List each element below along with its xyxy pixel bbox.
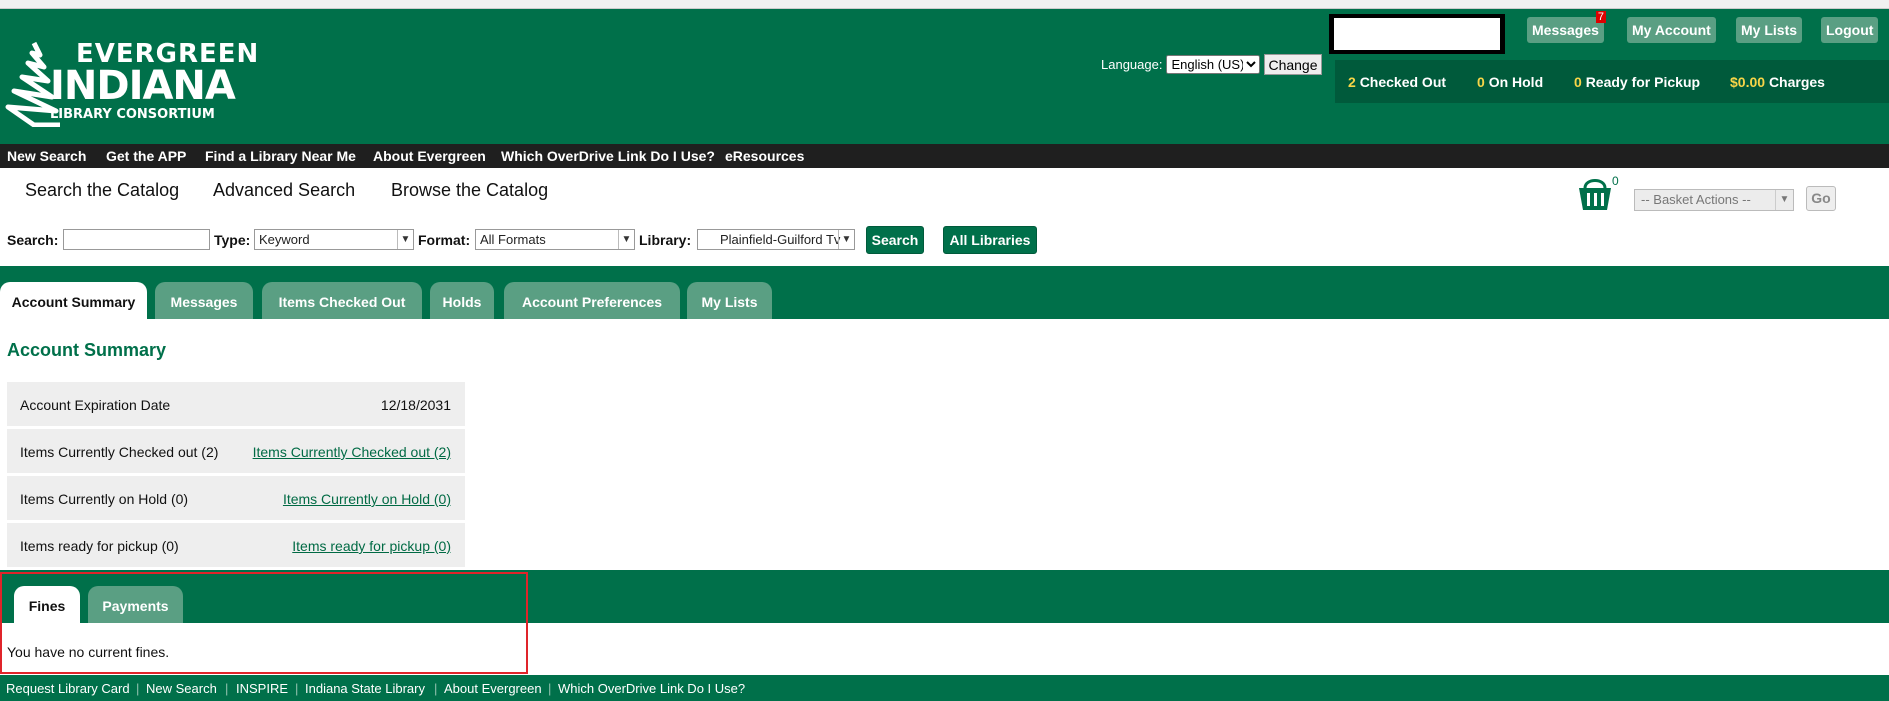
- ready-label: Ready for Pickup: [1585, 74, 1701, 90]
- format-select[interactable]: All Formats ▼: [475, 229, 635, 250]
- library-value: Plainfield-Guilford Tv: [720, 232, 841, 247]
- my-account-button[interactable]: My Account: [1627, 17, 1716, 43]
- summary-value: 12/18/2031: [380, 397, 451, 413]
- on-hold-status[interactable]: 0 On Hold: [1477, 74, 1543, 90]
- basket-icon[interactable]: 0: [1575, 174, 1619, 215]
- search-input[interactable]: [63, 229, 210, 250]
- format-value: All Formats: [480, 232, 546, 247]
- tab-holds[interactable]: Holds: [430, 282, 494, 319]
- basket-count: 0: [1612, 174, 1619, 188]
- nav-find-library[interactable]: Find a Library Near Me: [205, 148, 356, 164]
- site-footer: Request Library Card | New Search | INSP…: [0, 675, 1889, 701]
- footer-separator: |: [225, 681, 229, 696]
- footer-about-evergreen[interactable]: About Evergreen: [444, 681, 542, 696]
- ready-pickup-status[interactable]: 0 Ready for Pickup: [1574, 74, 1700, 90]
- username-box: [1329, 14, 1505, 54]
- summary-label: Items Currently Checked out (2): [20, 444, 219, 460]
- footer-separator: |: [295, 681, 299, 696]
- change-language-button[interactable]: Change: [1264, 54, 1322, 75]
- library-label: Library:: [639, 232, 692, 248]
- type-label: Type:: [214, 232, 251, 248]
- format-label: Format:: [418, 232, 471, 248]
- basket-actions-value: -- Basket Actions --: [1641, 192, 1751, 207]
- on-hold-count: 0: [1477, 74, 1485, 90]
- logout-button[interactable]: Logout: [1821, 17, 1879, 43]
- ready-pickup-link[interactable]: Items ready for pickup (0): [292, 538, 451, 554]
- ready-count: 0: [1574, 74, 1582, 90]
- account-summary-title: Account Summary: [7, 340, 167, 360]
- chevron-down-icon: ▼: [1775, 190, 1793, 210]
- evergreen-indiana-logo[interactable]: EVERGREEN INDIANA LIBRARY CONSORTIUM: [4, 33, 258, 127]
- language-picker: Language: English (US) Change: [1101, 54, 1322, 75]
- charges-amount: $0.00: [1730, 74, 1766, 90]
- nav-eresources[interactable]: eResources: [725, 148, 804, 164]
- on-hold-label: On Hold: [1488, 74, 1544, 90]
- tab-messages[interactable]: Messages: [155, 282, 253, 319]
- checked-out-status[interactable]: 2 Checked Out: [1348, 74, 1446, 90]
- chevron-down-icon: ▼: [838, 230, 854, 249]
- messages-label: Messages: [1532, 22, 1599, 38]
- all-libraries-button[interactable]: All Libraries: [943, 226, 1037, 254]
- footer-new-search[interactable]: New Search: [146, 681, 217, 696]
- my-lists-button[interactable]: My Lists: [1736, 17, 1803, 43]
- language-select[interactable]: English (US): [1166, 55, 1261, 74]
- footer-inspire[interactable]: INSPIRE: [236, 681, 288, 696]
- chevron-down-icon: ▼: [397, 230, 413, 249]
- messages-count-badge: 7: [1595, 11, 1606, 23]
- summary-label: Account Expiration Date: [20, 397, 171, 413]
- username-redacted: [1334, 18, 1500, 50]
- footer-separator: |: [548, 681, 552, 696]
- search-catalog-tab[interactable]: Search the Catalog: [25, 180, 179, 201]
- summary-row-checked-out: Items Currently Checked out (2) Items Cu…: [7, 429, 465, 473]
- summary-row-ready-pickup: Items ready for pickup (0) Items ready f…: [7, 523, 465, 567]
- chevron-down-icon: ▼: [618, 230, 634, 249]
- browser-bookmark-strip: [0, 0, 1889, 9]
- on-hold-link[interactable]: Items Currently on Hold (0): [283, 491, 451, 507]
- logo-line-3: LIBRARY CONSORTIUM: [50, 107, 215, 122]
- footer-request-card[interactable]: Request Library Card: [6, 681, 130, 696]
- search-label: Search:: [7, 232, 59, 248]
- messages-button[interactable]: Messages 7: [1527, 11, 1606, 43]
- nav-new-search[interactable]: New Search: [7, 148, 86, 164]
- tab-account-preferences[interactable]: Account Preferences: [504, 282, 680, 319]
- summary-label: Items Currently on Hold (0): [20, 491, 189, 507]
- main-nav-bar: New Search Get the APP Find a Library Ne…: [0, 144, 1889, 168]
- nav-get-the-app[interactable]: Get the APP: [106, 148, 186, 164]
- footer-separator: |: [136, 681, 140, 696]
- footer-indiana-state-library[interactable]: Indiana State Library: [305, 681, 425, 696]
- summary-row-expiration: Account Expiration Date 12/18/2031: [7, 382, 465, 426]
- checked-out-link[interactable]: Items Currently Checked out (2): [253, 444, 451, 460]
- type-value: Keyword: [259, 232, 310, 247]
- summary-row-on-hold: Items Currently on Hold (0) Items Curren…: [7, 476, 465, 520]
- basket-go-button[interactable]: Go: [1806, 186, 1836, 211]
- checked-out-label: Checked Out: [1359, 74, 1447, 90]
- summary-label: Items ready for pickup (0): [20, 538, 179, 554]
- search-button[interactable]: Search: [866, 226, 924, 254]
- charges-label: Charges: [1768, 74, 1825, 90]
- charges-status[interactable]: $0.00 Charges: [1730, 74, 1825, 90]
- basket-actions-select[interactable]: -- Basket Actions -- ▼: [1634, 189, 1794, 211]
- browse-catalog-link[interactable]: Browse the Catalog: [391, 180, 548, 201]
- highlight-box: [0, 572, 528, 674]
- footer-separator: |: [434, 681, 438, 696]
- tab-my-lists[interactable]: My Lists: [687, 282, 772, 319]
- nav-about-evergreen[interactable]: About Evergreen: [373, 148, 486, 164]
- account-status-bar: 2 Checked Out 0 On Hold 0 Ready for Pick…: [1335, 60, 1889, 103]
- logo-line-2: INDIANA: [50, 63, 236, 109]
- checked-out-count: 2: [1348, 74, 1356, 90]
- advanced-search-link[interactable]: Advanced Search: [213, 180, 355, 201]
- tab-items-checked-out[interactable]: Items Checked Out: [262, 282, 422, 319]
- tab-account-summary[interactable]: Account Summary: [0, 282, 147, 319]
- language-label: Language:: [1101, 57, 1163, 72]
- library-select[interactable]: Plainfield-Guilford Tv ▼: [697, 229, 855, 250]
- nav-overdrive-link[interactable]: Which OverDrive Link Do I Use?: [501, 148, 715, 164]
- footer-overdrive-link[interactable]: Which OverDrive Link Do I Use?: [558, 681, 745, 696]
- type-select[interactable]: Keyword ▼: [254, 229, 414, 250]
